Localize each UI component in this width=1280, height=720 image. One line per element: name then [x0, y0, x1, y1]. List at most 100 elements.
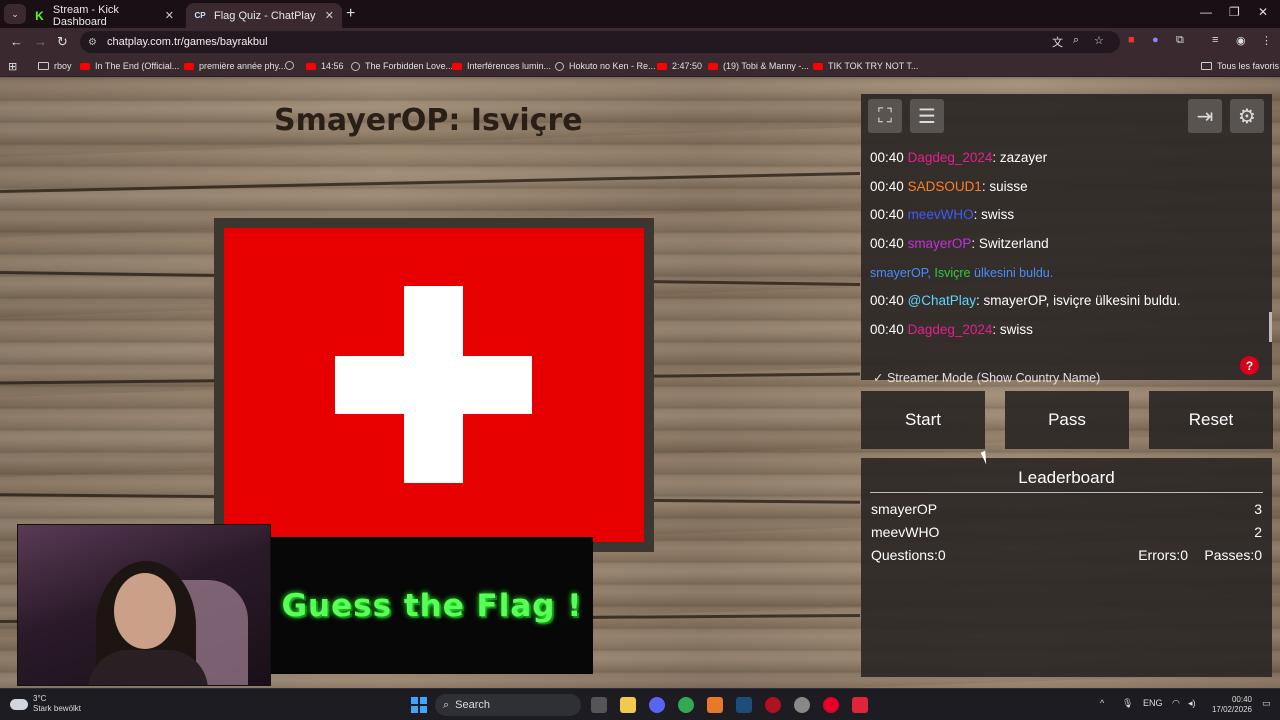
- guess-the-flag-banner: Guess the Flag !: [271, 537, 593, 674]
- close-window-icon[interactable]: ✕: [1258, 5, 1268, 19]
- game-page: SmayerOP: Isviçre Guess the Flag ! ⛶ ☰ ⇥…: [0, 77, 1280, 688]
- logout-icon[interactable]: ⇥: [1188, 99, 1222, 133]
- task-view-icon[interactable]: [591, 697, 607, 713]
- taskbar-search[interactable]: ⌕ Search: [435, 694, 581, 716]
- youtube-icon: [306, 62, 316, 70]
- youtube-icon: [452, 62, 462, 70]
- discord-icon[interactable]: [649, 697, 665, 713]
- banner-text: Guess the Flag !: [281, 587, 583, 624]
- reload-icon[interactable]: ↻: [57, 34, 68, 50]
- tab-title: Flag Quiz - ChatPlay: [214, 9, 316, 22]
- media-icon[interactable]: ≡: [1212, 34, 1218, 46]
- chat-message: 00:40 Dagdeg_2024: swiss: [870, 322, 1033, 338]
- bookmark-item[interactable]: première année phy...: [184, 61, 286, 71]
- windows-start-icon[interactable]: [411, 697, 427, 713]
- notification-icon[interactable]: ▭: [1262, 698, 1271, 709]
- pass-button[interactable]: Pass: [1005, 391, 1129, 449]
- streaming-app-icon[interactable]: [852, 697, 868, 713]
- tray-overflow-icon[interactable]: ^: [1100, 698, 1104, 708]
- wood-plank-seam: [0, 171, 860, 194]
- restore-icon[interactable]: ❐: [1229, 5, 1240, 19]
- zoom-icon[interactable]: ⌕: [1073, 34, 1079, 47]
- chat-username: Dagdeg_2024: [907, 150, 993, 165]
- chat-username: smayerOP: [907, 236, 972, 252]
- forward-icon[interactable]: →: [34, 34, 47, 49]
- bookmark-item[interactable]: rboy: [38, 61, 72, 71]
- app-icon[interactable]: [707, 697, 723, 713]
- settings-gear-icon[interactable]: ⚙: [1230, 99, 1264, 133]
- app-icon[interactable]: [823, 697, 839, 713]
- site-info-icon[interactable]: ⚙: [88, 37, 97, 48]
- question-title: SmayerOP: Isviçre: [274, 103, 583, 138]
- close-icon[interactable]: ✕: [325, 9, 334, 22]
- chat-message: 00:40 @ChatPlay: smayerOP, isviçre ülkes…: [870, 293, 1181, 309]
- new-tab-button[interactable]: +: [346, 5, 355, 23]
- chat-username: @ChatPlay: [907, 293, 977, 309]
- chat-username: Dagdeg_2024: [907, 322, 993, 338]
- stats-row: Questions:0 Errors:0 Passes:0: [871, 547, 1262, 563]
- chrome-icon[interactable]: [678, 697, 694, 713]
- bookmark-item[interactable]: 14:56: [306, 61, 344, 71]
- kick-icon: K: [35, 8, 44, 23]
- steam-icon[interactable]: [736, 697, 752, 713]
- wifi-icon[interactable]: ◠: [1172, 698, 1180, 709]
- bookmark-item[interactable]: In The End (Official...: [80, 61, 179, 71]
- globe-icon: [555, 61, 564, 71]
- profile-avatar[interactable]: ◉: [1236, 34, 1246, 47]
- system-clock[interactable]: 00:40 17/02/2026: [1206, 695, 1252, 715]
- back-icon[interactable]: ←: [10, 34, 23, 49]
- help-button[interactable]: ?: [1240, 356, 1259, 375]
- chat-message: 00:40 meevWHO: swiss: [870, 207, 1015, 223]
- check-icon: ✓: [873, 371, 884, 385]
- all-bookmarks[interactable]: Tous les favoris: [1201, 61, 1279, 71]
- bookmark-item[interactable]: Interférences lumin...: [452, 61, 551, 71]
- tab-list-button[interactable]: ⌄: [4, 4, 26, 24]
- bookmark-item[interactable]: 2:47:50: [657, 61, 702, 71]
- reset-button[interactable]: Reset: [1149, 391, 1273, 449]
- bookmark-star-icon[interactable]: ☆: [1094, 34, 1104, 47]
- youtube-icon: [657, 62, 667, 70]
- apps-grid-icon[interactable]: ⊞: [8, 60, 17, 73]
- tab-flag-quiz[interactable]: CP Flag Quiz - ChatPlay ✕: [186, 3, 342, 28]
- switzerland-flag: [224, 228, 644, 542]
- bookmark-item[interactable]: [285, 61, 299, 70]
- chat-username: meevWHO: [907, 207, 974, 223]
- bookmark-item[interactable]: Hokuto no Ken - Re...: [555, 61, 656, 71]
- address-bar[interactable]: ⚙ chatplay.com.tr/games/bayrakbul: [80, 31, 1120, 53]
- chat-message: 00:40 SADSOUD1: suisse: [870, 178, 1028, 194]
- file-explorer-icon[interactable]: [620, 697, 636, 713]
- minimize-icon[interactable]: —: [1200, 5, 1212, 19]
- volume-icon[interactable]: ◂): [1188, 698, 1196, 709]
- translate-icon[interactable]: 文: [1052, 34, 1063, 50]
- menu-icon[interactable]: ⋮: [1261, 34, 1272, 47]
- extension-icon[interactable]: ●: [1152, 34, 1159, 46]
- globe-icon: [285, 61, 294, 70]
- chat-username: SADSOUD1: [907, 178, 982, 194]
- start-button[interactable]: Start: [861, 391, 985, 449]
- chat-scrollbar[interactable]: [1269, 312, 1272, 342]
- extensions-puzzle-icon[interactable]: ⧉: [1176, 34, 1184, 47]
- search-icon: ⌕: [443, 698, 450, 711]
- chat-toolbar: ⛶ ☰ ⇥ ⚙: [861, 94, 1272, 140]
- cloud-icon: [10, 699, 28, 710]
- youtube-icon: [708, 62, 718, 70]
- bookmark-item[interactable]: The Forbidden Love...: [351, 61, 453, 71]
- language-indicator[interactable]: ENG: [1143, 698, 1163, 708]
- questions-count: Questions:0: [871, 547, 946, 563]
- tab-kick-dashboard[interactable]: K Stream - Kick Dashboard ✕: [26, 3, 182, 28]
- chat-messages: 00:40 Dagdeg_2024: zazayer 00:40 SADSOUD…: [870, 144, 1262, 345]
- app-icon[interactable]: [794, 697, 810, 713]
- notes-icon[interactable]: ☰: [910, 99, 944, 133]
- extension-icon[interactable]: ■: [1128, 34, 1135, 46]
- leaderboard-row: smayerOP 3: [871, 501, 1262, 517]
- bookmark-item[interactable]: TIK TOK TRY NOT T...: [813, 61, 918, 71]
- fullscreen-icon[interactable]: ⛶: [868, 99, 902, 133]
- youtube-icon: [80, 62, 90, 70]
- bookmark-item[interactable]: (19) Tobi & Manny -...: [708, 61, 809, 71]
- chat-message: 00:40 smayerOP: Switzerland: [870, 236, 1049, 252]
- close-icon[interactable]: ✕: [165, 9, 174, 22]
- webcam-overlay: [17, 524, 271, 686]
- streamer-mode-toggle[interactable]: ✓ Streamer Mode (Show Country Name): [873, 370, 1100, 385]
- microphone-icon[interactable]: 🎙: [1122, 698, 1133, 709]
- app-icon[interactable]: [765, 697, 781, 713]
